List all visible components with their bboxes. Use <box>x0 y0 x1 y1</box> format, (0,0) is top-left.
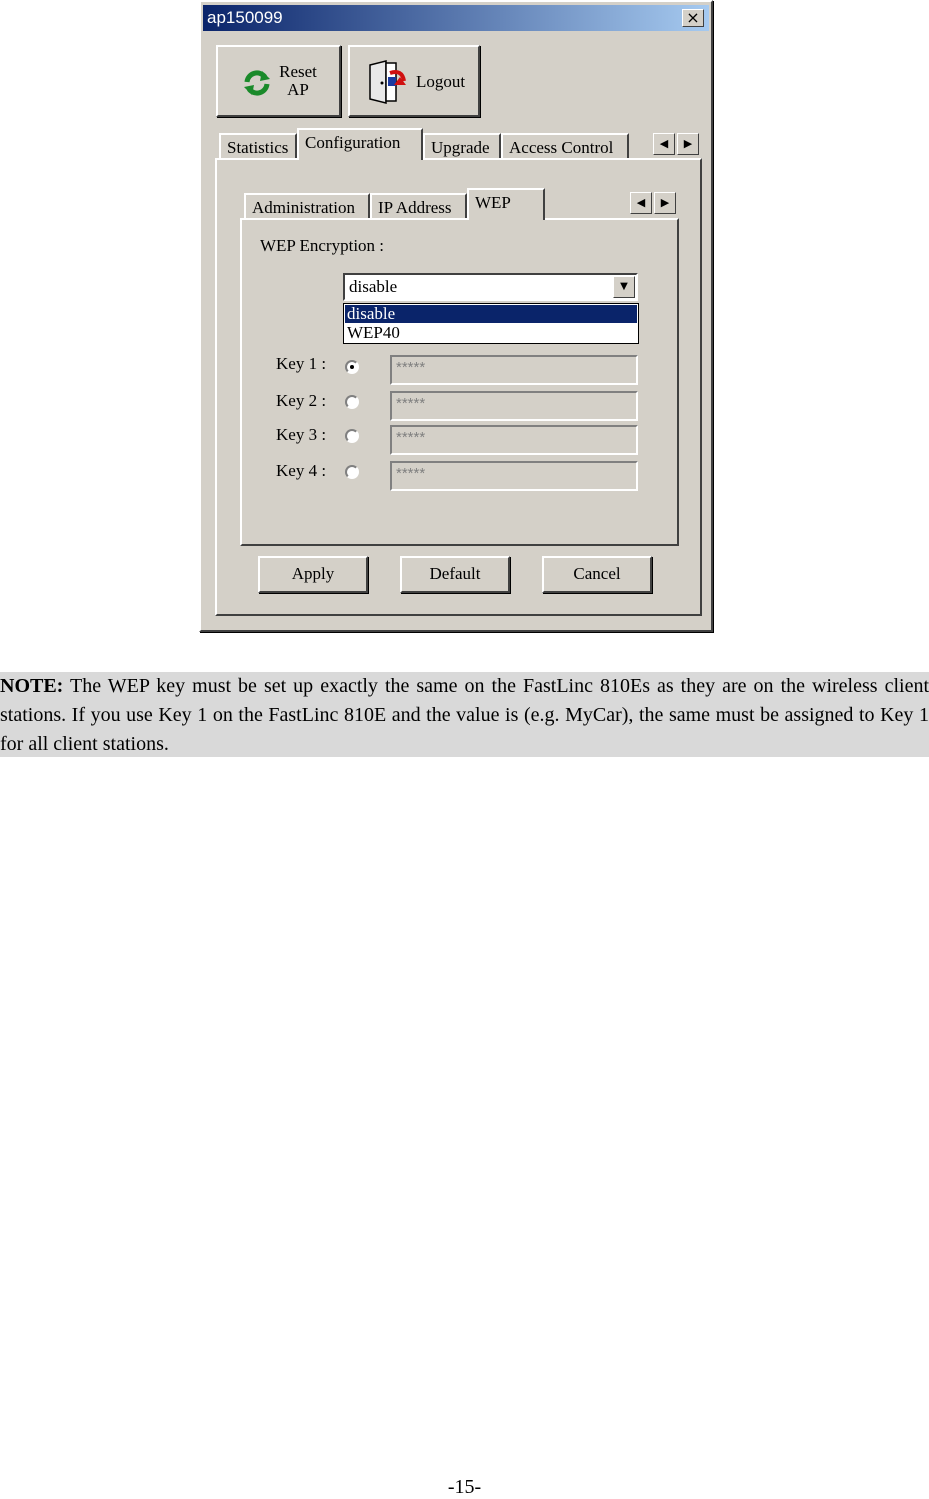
key3-label: Key 3 : <box>276 425 327 444</box>
key1-label: Key 1 : <box>276 354 327 373</box>
tab-ip-address[interactable]: IP Address <box>370 193 467 219</box>
logout-label: Logout <box>416 72 466 91</box>
option-wep40[interactable]: WEP40 <box>345 324 637 342</box>
door-exit-icon <box>369 60 406 104</box>
tab-configuration[interactable]: Configuration <box>297 128 423 160</box>
key1-radio[interactable] <box>345 360 359 374</box>
key1-field[interactable]: ***** <box>390 355 638 385</box>
key3-field[interactable]: ***** <box>390 425 638 455</box>
tab-access-control[interactable]: Access Control <box>501 133 629 159</box>
key3-radio[interactable] <box>345 429 359 443</box>
tab-scroll-left-button[interactable]: ◀ <box>653 133 675 155</box>
tab-wep[interactable]: WEP <box>467 188 545 220</box>
logout-button[interactable]: Logout <box>348 45 480 117</box>
cancel-button[interactable]: Cancel <box>542 556 652 593</box>
tab-administration[interactable]: Administration <box>244 193 370 219</box>
key4-radio[interactable] <box>345 465 359 479</box>
subtab-scroll-right-button[interactable]: ▶ <box>654 192 676 214</box>
wep-encryption-select[interactable]: disable ▼ <box>343 273 638 301</box>
title-bar[interactable]: ap150099 × <box>203 5 709 31</box>
subtab-scroll-left-button[interactable]: ◀ <box>630 192 652 214</box>
chevron-down-icon[interactable]: ▼ <box>613 276 635 298</box>
window-title: ap150099 <box>207 8 283 27</box>
reset-ap-button[interactable]: Reset AP <box>216 45 341 117</box>
note-text: The WEP key must be set up exactly the s… <box>0 675 929 755</box>
reset-label-line2: AP <box>287 80 309 99</box>
radio-selected-dot <box>350 365 354 369</box>
refresh-icon <box>244 70 270 96</box>
wep-encryption-label: WEP Encryption : <box>260 236 385 255</box>
default-button[interactable]: Default <box>400 556 510 593</box>
note-paragraph: NOTE: The WEP key must be set up exactly… <box>0 672 929 757</box>
tab-statistics[interactable]: Statistics <box>219 133 297 159</box>
reset-label-line1: Reset <box>279 62 317 81</box>
key4-field[interactable]: ***** <box>390 461 638 491</box>
note-heading: NOTE: <box>0 675 64 697</box>
page-number: -15- <box>447 1476 482 1498</box>
tab-scroll-right-button[interactable]: ▶ <box>677 133 699 155</box>
apply-button[interactable]: Apply <box>258 556 368 593</box>
key4-label: Key 4 : <box>276 461 327 480</box>
key2-label: Key 2 : <box>276 391 327 410</box>
option-disable[interactable]: disable <box>345 305 637 323</box>
wep-encryption-dropdown-list: disable WEP40 <box>343 303 639 344</box>
wep-encryption-value: disable <box>349 277 398 296</box>
tab-upgrade[interactable]: Upgrade <box>423 133 501 159</box>
key2-radio[interactable] <box>345 395 359 409</box>
close-button[interactable]: × <box>682 9 704 27</box>
key2-field[interactable]: ***** <box>390 391 638 421</box>
